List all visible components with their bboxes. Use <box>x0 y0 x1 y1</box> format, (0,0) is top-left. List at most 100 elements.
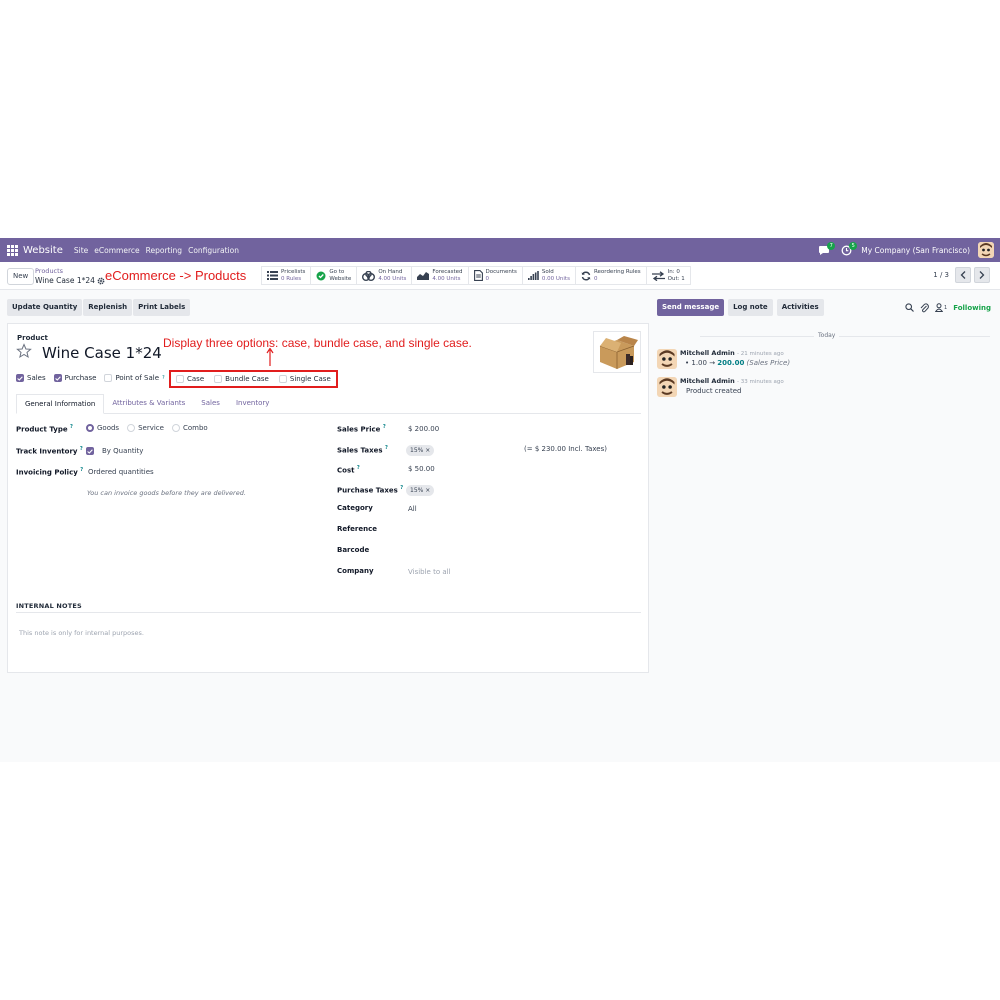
paperclip-icon[interactable] <box>920 302 929 313</box>
pager-value[interactable]: 1 / 3 <box>933 271 949 279</box>
track-inventory-field: By Quantity <box>86 447 143 455</box>
messages-icon[interactable]: 7 <box>817 242 836 257</box>
author-avatar[interactable] <box>657 349 677 369</box>
product-field-label: Product <box>17 334 48 342</box>
point-of-sale-checkbox[interactable]: Point of Sale? <box>104 374 165 382</box>
menu-ecommerce[interactable]: eCommerce <box>94 246 139 255</box>
tab-sales[interactable]: Sales <box>193 394 228 413</box>
stat-value: 4.00 Units <box>378 275 407 282</box>
apps-menu-icon[interactable] <box>7 244 18 256</box>
smart-button-pricelists[interactable]: Pricelists 0 Rules <box>261 266 312 285</box>
update-quantity-button[interactable]: Update Quantity <box>7 299 83 316</box>
menu-site[interactable]: Site <box>74 246 88 255</box>
breadcrumb: Products Wine Case 1*24 <box>35 267 105 285</box>
radio-selected-icon[interactable] <box>86 424 94 432</box>
breadcrumb-products[interactable]: Products <box>35 267 105 276</box>
message-author[interactable]: Mitchell Admin <box>680 349 735 357</box>
category-field[interactable]: All <box>408 505 417 513</box>
new-button[interactable]: New <box>7 268 35 285</box>
help-tooltip-icon[interactable]: ? <box>400 485 403 491</box>
purchase-taxes-label-text: Purchase Taxes <box>337 486 398 495</box>
date-separator-today: Today <box>814 332 840 339</box>
smart-button-website[interactable]: Go to Website <box>310 266 358 285</box>
product-type-label: Product Type ? <box>16 424 73 433</box>
purchase-tax-tag[interactable]: 15% × <box>406 485 435 496</box>
smart-button-on-hand[interactable]: On Hand 4.00 Units <box>356 266 413 285</box>
invoicing-hint: You can invoice goods before they are de… <box>87 489 246 497</box>
followers-button[interactable]: 1 <box>935 303 947 312</box>
app-brand[interactable]: Website <box>23 245 63 256</box>
tab-inventory[interactable]: Inventory <box>228 394 277 413</box>
help-tooltip-icon[interactable]: ? <box>80 446 83 452</box>
service-option[interactable]: Service <box>138 424 164 432</box>
old-value: 1.00 <box>691 359 707 367</box>
globe-icon <box>316 271 326 280</box>
radio-unselected-icon[interactable] <box>127 424 136 432</box>
sales-tax-tag[interactable]: 15% × <box>406 445 435 456</box>
search-icon[interactable] <box>905 303 914 312</box>
author-avatar[interactable] <box>657 377 677 397</box>
incl-taxes-text: (= $ 230.00 Incl. Taxes) <box>524 445 607 453</box>
smart-button-sold[interactable]: Sold 0.00 Units <box>521 266 576 285</box>
message-author-line: Mitchell Admin - 33 minutes ago <box>680 377 784 385</box>
send-message-button[interactable]: Send message <box>657 299 725 316</box>
cost-label-text: Cost <box>337 466 355 475</box>
stat-value: 0 <box>485 275 490 282</box>
case-option-case[interactable]: Case <box>176 375 204 383</box>
help-tooltip-icon[interactable]: ? <box>383 424 386 430</box>
company-label: Company <box>337 567 374 575</box>
goods-option[interactable]: Goods <box>97 424 119 432</box>
annotation-menu-path: eCommerce -> Products <box>105 268 247 283</box>
gear-icon[interactable] <box>97 277 105 285</box>
stat-value: 0 <box>593 275 598 282</box>
help-tooltip-icon[interactable]: ? <box>80 467 83 473</box>
track-inventory-select[interactable]: By Quantity <box>102 447 143 455</box>
product-name-field[interactable]: Wine Case 1*24 <box>42 344 162 362</box>
print-labels-button[interactable]: Print Labels <box>133 299 191 316</box>
chatter-toolbar: Send message Log note Activities <box>657 299 824 316</box>
tab-attributes-variants[interactable]: Attributes & Variants <box>104 394 193 413</box>
help-tooltip-icon[interactable]: ? <box>385 445 388 451</box>
following-button[interactable]: Following <box>953 304 991 312</box>
help-tooltip-icon[interactable]: ? <box>357 465 360 471</box>
help-tooltip-icon[interactable]: ? <box>70 424 73 430</box>
case-option-single-case[interactable]: Single Case <box>278 375 331 383</box>
favorite-star-icon[interactable] <box>16 343 32 359</box>
purchase-checkbox[interactable]: Purchase <box>53 374 96 382</box>
menu-configuration[interactable]: Configuration <box>188 246 239 255</box>
combo-option[interactable]: Combo <box>183 424 208 432</box>
sales-price-field[interactable]: $ 200.00 <box>408 425 439 433</box>
chatter-actions: 1 Following <box>905 299 991 316</box>
log-note-button[interactable]: Log note <box>728 299 773 316</box>
list-icon <box>267 271 278 280</box>
stat-value: 0.00 Units <box>541 275 570 282</box>
help-tooltip-icon[interactable]: ? <box>162 375 165 381</box>
message-time: - 33 minutes ago <box>737 379 784 385</box>
smart-button-forecasted[interactable]: Forecasted 4.00 Units <box>411 266 469 285</box>
invoicing-policy-select[interactable]: Ordered quantities <box>88 468 154 476</box>
tab-general-information[interactable]: General Information <box>16 394 105 414</box>
cost-field[interactable]: $ 50.00 <box>408 465 435 473</box>
activities-clock-icon[interactable]: 5 <box>839 242 858 257</box>
notes-divider <box>16 612 641 613</box>
pager-previous-button[interactable] <box>955 267 971 283</box>
checkbox-unchecked-icon <box>278 375 287 383</box>
smart-button-in-out[interactable]: In: 0 Out: 1 <box>645 266 691 285</box>
internal-notes-field[interactable]: This note is only for internal purposes. <box>19 629 144 637</box>
sales-checkbox[interactable]: Sales <box>16 374 46 382</box>
pager-next-button[interactable] <box>974 267 990 283</box>
smart-button-reordering[interactable]: Reordering Rules 0 <box>574 266 647 285</box>
menu-reporting[interactable]: Reporting <box>146 246 182 255</box>
annotation-arrow-icon <box>266 348 274 366</box>
company-switcher[interactable]: My Company (San Francisco) <box>861 246 970 255</box>
message-author[interactable]: Mitchell Admin <box>680 377 735 385</box>
product-image[interactable] <box>593 331 641 373</box>
radio-unselected-icon[interactable] <box>171 424 180 432</box>
user-avatar[interactable] <box>978 242 994 258</box>
replenish-button[interactable]: Replenish <box>83 299 133 316</box>
company-field[interactable]: Visible to all <box>408 568 451 576</box>
smart-button-documents[interactable]: Documents 0 <box>467 266 523 285</box>
activities-button[interactable]: Activities <box>776 299 824 316</box>
case-option-bundle-case[interactable]: Bundle Case <box>214 375 269 383</box>
track-inventory-checkbox[interactable] <box>86 447 94 455</box>
